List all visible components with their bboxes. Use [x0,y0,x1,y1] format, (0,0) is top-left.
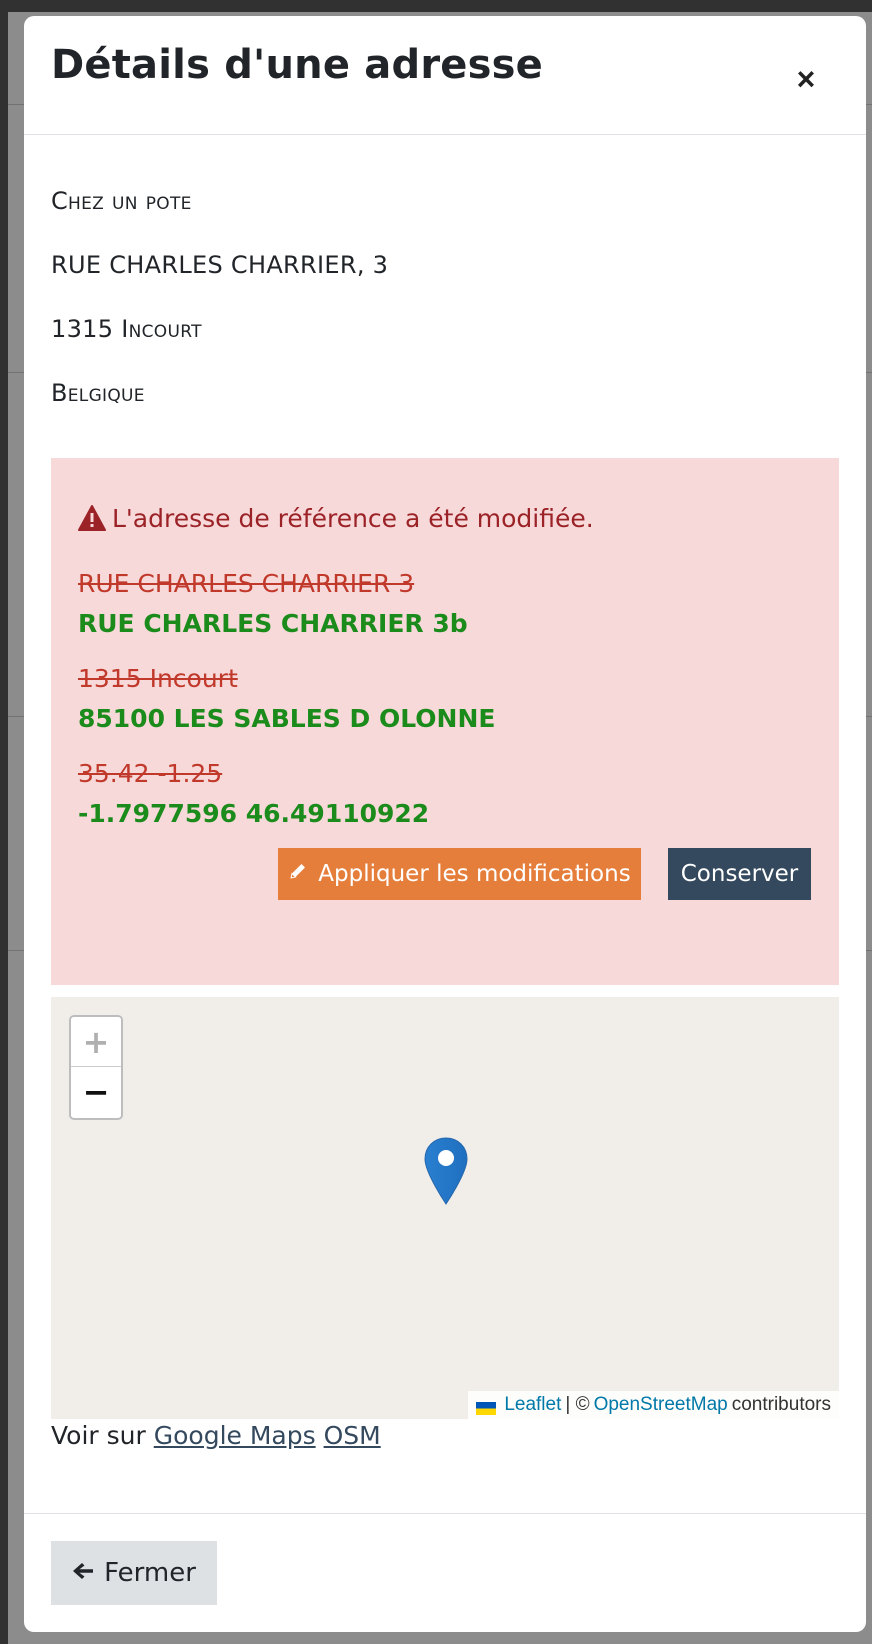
openstreetmap-link[interactable]: OpenStreetMap [594,1394,728,1416]
old-street: RUE CHARLES CHARRIER 3 [78,569,415,598]
address-map[interactable]: + − Leaflet | © OpenStreetMap contributo… [51,997,839,1419]
modal-footer: Fermer [24,1513,866,1632]
attribution-separator: | © [565,1394,590,1415]
close-button-label: Fermer [104,1558,196,1588]
close-button[interactable]: Fermer [51,1541,217,1605]
apply-changes-button[interactable]: Appliquer les modifications [278,848,641,900]
new-street: RUE CHARLES CHARRIER 3b [78,609,468,638]
old-coordinates: 35.42 -1.25 [78,759,223,788]
google-maps-link[interactable]: Google Maps [154,1421,316,1450]
map-marker-icon[interactable] [424,1137,468,1209]
warning-triangle-icon [78,505,106,537]
address-details-modal: Détails d'une adresse × Chez un pote RUE… [24,16,866,1632]
zoom-control: + − [69,1015,123,1120]
old-city: 1315 Incourt [78,664,238,693]
close-icon[interactable]: × [790,61,822,97]
address-country: Belgique [51,379,145,407]
map-attribution: Leaflet | © OpenStreetMap contributors [468,1391,839,1419]
zoom-out-button[interactable]: − [71,1067,121,1117]
links-prefix: Voir sur [51,1421,146,1450]
osm-link[interactable]: OSM [324,1421,381,1450]
pencil-icon [288,861,308,887]
address-name: Chez un pote [51,187,192,215]
new-city: 85100 LES SABLES D OLONNE [78,704,496,733]
modal-header: Détails d'une adresse × [24,16,866,135]
address-changed-alert: L'adresse de référence a été modifiée. R… [51,458,839,985]
new-coordinates: -1.7977596 46.49110922 [78,799,430,828]
leaflet-link[interactable]: Leaflet [504,1394,561,1416]
ukraine-flag-icon [476,1399,497,1415]
apply-changes-label: Appliquer les modifications [318,861,631,887]
zoom-in-button[interactable]: + [71,1017,121,1067]
alert-title: L'adresse de référence a été modifiée. [78,504,594,537]
address-city: 1315 Incourt [51,315,202,343]
address-street: RUE CHARLES CHARRIER, 3 [51,251,389,279]
attribution-contributors: contributors [731,1394,831,1415]
alert-message: L'adresse de référence a été modifiée. [112,504,594,533]
keep-button[interactable]: Conserver [668,848,811,900]
external-map-links: Voir sur Google Maps OSM [51,1421,381,1450]
arrow-left-icon [72,1558,94,1588]
modal-title: Détails d'une adresse [51,42,543,88]
